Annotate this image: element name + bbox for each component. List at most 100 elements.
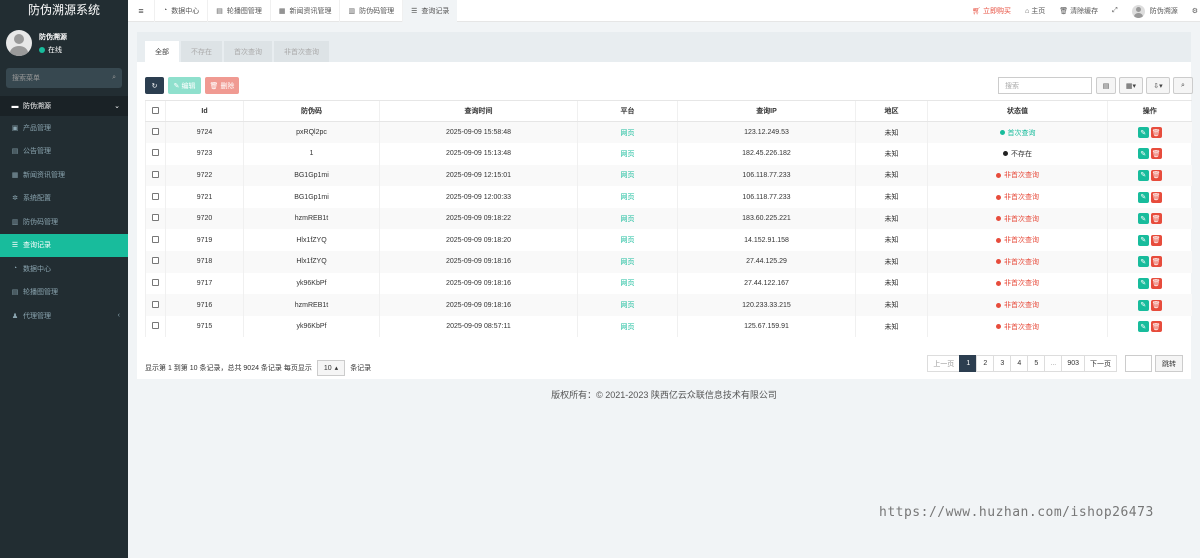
cell-platform[interactable]: 网页 bbox=[577, 121, 678, 144]
row-checkbox[interactable] bbox=[145, 121, 166, 144]
page-button[interactable]: 2 bbox=[976, 355, 995, 372]
table-row[interactable]: 9719 Hlx1fZYQ 2025-09-09 09:18:20 网页 14.152.… bbox=[145, 229, 1192, 252]
refresh-button[interactable]: ↻ bbox=[145, 77, 164, 94]
table-search-input[interactable]: 搜索 bbox=[998, 77, 1092, 94]
sidebar-item-6[interactable]: ☰ 查询记录 bbox=[0, 233, 128, 257]
filter-tab-4[interactable]: 非首次查询 bbox=[274, 41, 329, 62]
delete-button[interactable]: 🗑︎ 删除 bbox=[205, 77, 239, 94]
column-header-id[interactable]: Id bbox=[165, 100, 244, 122]
top-tab-3[interactable]: ▦ 新闻资讯管理 bbox=[269, 0, 340, 22]
row-edit-button[interactable]: ✎ bbox=[1137, 127, 1149, 139]
row-edit-button[interactable]: ✎ bbox=[1137, 191, 1149, 203]
cell-platform[interactable]: 网页 bbox=[577, 229, 678, 252]
cell-platform[interactable]: 网页 bbox=[577, 207, 678, 230]
home-link[interactable]: ⌂ 主页 bbox=[1018, 6, 1052, 16]
sidebar-item-7[interactable]: ◔ 数据中心 bbox=[0, 257, 128, 281]
next-page-button[interactable]: 下一页 bbox=[1084, 355, 1117, 372]
row-delete-button[interactable]: 🗑︎ bbox=[1150, 127, 1162, 139]
cell-platform[interactable]: 网页 bbox=[577, 315, 678, 338]
column-header-time[interactable]: 查询时间 bbox=[379, 100, 578, 122]
advanced-search-button[interactable]: ⌕ bbox=[1173, 77, 1193, 94]
filter-tab-2[interactable]: 不存在 bbox=[181, 41, 222, 62]
cell-platform[interactable]: 网页 bbox=[577, 294, 678, 316]
table-row[interactable]: 9721 BG1Gp1mi 2025-09-09 12:00:33 网页 106.118… bbox=[145, 186, 1192, 208]
app-logo[interactable]: 防伪溯源系统 bbox=[0, 0, 128, 22]
row-edit-button[interactable]: ✎ bbox=[1137, 256, 1149, 268]
row-delete-button[interactable]: 🗑︎ bbox=[1150, 299, 1162, 311]
cell-platform[interactable]: 网页 bbox=[577, 272, 678, 295]
top-tab-2[interactable]: ▤ 轮播图管理 bbox=[207, 0, 270, 22]
top-tab-5[interactable]: ☰ 查询记录 bbox=[402, 0, 458, 22]
sidebar-item-9[interactable]: ♟ 代理管理 ‹ bbox=[0, 304, 128, 328]
goto-page-input[interactable] bbox=[1125, 355, 1152, 372]
row-edit-button[interactable]: ✎ bbox=[1137, 169, 1149, 181]
sidebar-item-1[interactable]: ▣ 产品管理 bbox=[0, 116, 128, 140]
search-icon[interactable]: ⌕ bbox=[112, 74, 116, 82]
row-delete-button[interactable]: 🗑︎ bbox=[1150, 169, 1162, 181]
column-header-platform[interactable]: 平台 bbox=[577, 100, 678, 122]
sidebar-item-8[interactable]: ▤ 轮播图管理 bbox=[0, 281, 128, 305]
table-row[interactable]: 9724 pxRQl2pc 2025-09-09 15:58:48 网页 123.12.… bbox=[145, 121, 1192, 144]
clear-cache-link[interactable]: 🗑︎ 清除缓存 bbox=[1052, 6, 1105, 16]
filter-tab-1[interactable]: 全部 bbox=[145, 41, 179, 62]
table-row[interactable]: 9723 1 2025-09-09 15:13:48 网页 182.45.226.182… bbox=[145, 143, 1192, 165]
row-edit-button[interactable]: ✎ bbox=[1137, 213, 1149, 225]
edit-button[interactable]: ✎ 编辑 bbox=[168, 77, 201, 94]
row-delete-button[interactable]: 🗑︎ bbox=[1150, 148, 1162, 160]
goto-page-button[interactable]: 跳转 bbox=[1155, 355, 1183, 372]
row-edit-button[interactable]: ✎ bbox=[1137, 148, 1149, 160]
table-row[interactable]: 9716 hzmREB1t 2025-09-09 09:18:16 网页 120.233… bbox=[145, 294, 1192, 316]
select-all-checkbox[interactable] bbox=[145, 100, 166, 122]
export-dropdown-button[interactable]: ⇩▾ bbox=[1146, 77, 1170, 94]
page-button[interactable]: 1 bbox=[959, 355, 978, 372]
row-edit-button[interactable]: ✎ bbox=[1137, 299, 1149, 311]
settings-gear-icon[interactable]: ⚙ bbox=[1185, 7, 1200, 15]
buy-now-link[interactable]: 🛒︎ 立即购买 bbox=[965, 6, 1018, 16]
sidebar-item-4[interactable]: ✲ 系统配置 bbox=[0, 187, 128, 211]
row-delete-button[interactable]: 🗑︎ bbox=[1150, 277, 1162, 289]
row-delete-button[interactable]: 🗑︎ bbox=[1150, 234, 1162, 246]
cell-platform[interactable]: 网页 bbox=[577, 251, 678, 273]
top-tab-1[interactable]: ◔ 数据中心 bbox=[154, 0, 207, 22]
cell-platform[interactable]: 网页 bbox=[577, 164, 678, 187]
fullscreen-icon[interactable]: ⤢ bbox=[1105, 7, 1125, 15]
row-checkbox[interactable] bbox=[145, 164, 166, 187]
table-row[interactable]: 9722 BG1Gp1mi 2025-09-09 12:15:01 网页 106.118… bbox=[145, 164, 1192, 187]
sidebar-item-5[interactable]: ▥ 防伪码管理 bbox=[0, 210, 128, 234]
row-checkbox[interactable] bbox=[145, 251, 166, 273]
row-checkbox[interactable] bbox=[145, 294, 166, 316]
page-button[interactable]: 3 bbox=[993, 355, 1012, 372]
row-checkbox[interactable] bbox=[145, 143, 166, 165]
column-header-region[interactable]: 地区 bbox=[855, 100, 928, 122]
row-checkbox[interactable] bbox=[145, 229, 166, 252]
row-delete-button[interactable]: 🗑︎ bbox=[1150, 191, 1162, 203]
page-button[interactable]: 4 bbox=[1010, 355, 1029, 372]
sidebar-search-input[interactable]: 搜索菜单 ⌕ bbox=[6, 68, 122, 88]
cell-platform[interactable]: 网页 bbox=[577, 186, 678, 208]
row-edit-button[interactable]: ✎ bbox=[1137, 234, 1149, 246]
prev-page-button[interactable]: 上一页 bbox=[927, 355, 961, 372]
row-edit-button[interactable]: ✎ bbox=[1137, 321, 1149, 333]
page-button[interactable]: 5 bbox=[1027, 355, 1046, 372]
column-header-status[interactable]: 状态值 bbox=[927, 100, 1108, 122]
row-checkbox[interactable] bbox=[145, 186, 166, 208]
row-checkbox[interactable] bbox=[145, 272, 166, 295]
row-delete-button[interactable]: 🗑︎ bbox=[1150, 321, 1162, 333]
page-button[interactable]: 903 bbox=[1061, 355, 1085, 372]
table-row[interactable]: 9717 yk96KbPf 2025-09-09 09:18:16 网页 27.44.1… bbox=[145, 272, 1192, 295]
sidebar-group-fangwei[interactable]: ▬ 防伪溯源 ⌄ bbox=[0, 96, 128, 116]
table-row[interactable]: 9715 yk96KbPf 2025-09-09 08:57:11 网页 125.67.… bbox=[145, 315, 1192, 338]
page-button[interactable]: ... bbox=[1044, 355, 1063, 372]
table-row[interactable]: 9718 Hlx1fZYQ 2025-09-09 09:18:16 网页 27.44.1… bbox=[145, 251, 1192, 273]
row-delete-button[interactable]: 🗑︎ bbox=[1150, 213, 1162, 225]
column-header-code[interactable]: 防伪码 bbox=[243, 100, 380, 122]
row-edit-button[interactable]: ✎ bbox=[1137, 277, 1149, 289]
columns-dropdown-button[interactable]: ▦▾ bbox=[1119, 77, 1143, 94]
column-header-ip[interactable]: 查询IP bbox=[677, 100, 856, 122]
row-checkbox[interactable] bbox=[145, 207, 166, 230]
sidebar-item-3[interactable]: ▦ 新闻资讯管理 bbox=[0, 163, 128, 187]
menu-toggle-icon[interactable]: ≡ bbox=[128, 6, 154, 16]
table-row[interactable]: 9720 hzmREB1t 2025-09-09 09:18:22 网页 183.60.… bbox=[145, 207, 1192, 230]
sidebar-item-2[interactable]: ▤ 公告管理 bbox=[0, 140, 128, 164]
cell-platform[interactable]: 网页 bbox=[577, 143, 678, 165]
